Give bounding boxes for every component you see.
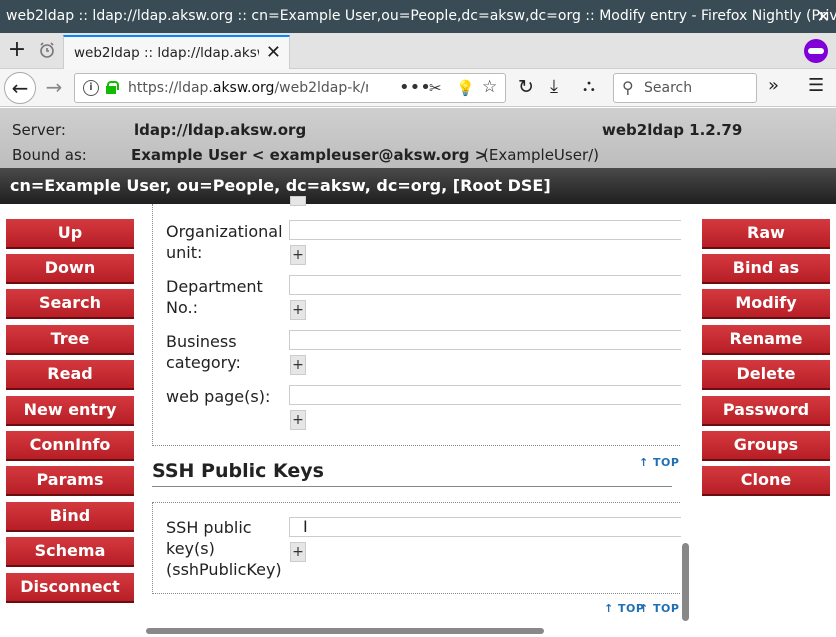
modify-button[interactable]: Modify (702, 289, 830, 317)
params-button[interactable]: Params (6, 466, 134, 494)
bind-button[interactable]: Bind (6, 502, 134, 530)
new-tab-button[interactable]: + (6, 37, 28, 63)
window-close-icon[interactable]: ✕ (817, 0, 830, 33)
bookmark-star-icon[interactable]: ☆ (482, 77, 497, 97)
ou-label: Organizational unit: (166, 221, 283, 263)
search-input[interactable] (644, 78, 749, 98)
department-label-line1: Department (166, 277, 263, 296)
tab-title: web2ldap :: ldap://ldap.aksw (74, 45, 259, 61)
up-button[interactable]: Up (6, 219, 134, 247)
ou-label-line2: unit: (166, 243, 203, 262)
ssh-key-add-button[interactable]: + (290, 542, 306, 562)
reload-icon[interactable]: ↻ (518, 76, 534, 98)
search-icon: ⚲ (622, 78, 634, 97)
business-category-input[interactable] (289, 330, 681, 350)
section-divider (152, 486, 672, 487)
server-value[interactable]: ldap://ldap.aksw.org (134, 121, 306, 139)
down-button[interactable]: Down (6, 254, 134, 282)
forward-button[interactable]: → (42, 75, 66, 99)
rename-button[interactable]: Rename (702, 325, 830, 353)
tab-web2ldap[interactable]: web2ldap :: ldap://ldap.aksw ✕ (63, 35, 290, 69)
vertical-scrollbar[interactable] (682, 543, 689, 621)
url-path: /web2ldap-k/m (274, 80, 368, 96)
clone-button[interactable]: Clone (702, 466, 830, 494)
ssh-label-line1: SSH public (166, 518, 252, 537)
business-category-label-line2: category: (166, 353, 241, 372)
raw-button[interactable]: Raw (702, 219, 830, 247)
info-icon[interactable]: i (83, 80, 99, 96)
text-cursor-icon: I (303, 517, 308, 536)
tree-button[interactable]: Tree (6, 325, 134, 353)
server-label: Server: (12, 121, 66, 139)
tab-close-icon[interactable]: ✕ (266, 42, 281, 63)
groups-button[interactable]: Groups (702, 431, 830, 459)
horizontal-scrollbar[interactable] (146, 628, 544, 634)
dn-breadcrumb[interactable]: cn=Example User, ou=People, dc=aksw, dc=… (0, 168, 836, 204)
read-button[interactable]: Read (6, 360, 134, 388)
business-category-add-button[interactable]: + (290, 355, 306, 375)
version-label[interactable]: web2ldap 1.2.79 (602, 121, 742, 139)
lock-icon[interactable] (106, 81, 119, 94)
ssh-label-line2: key(s) (166, 539, 215, 558)
web2ldap-header: Server: ldap://ldap.aksw.org web2ldap 1.… (0, 108, 836, 168)
password-button[interactable]: Password (702, 396, 830, 424)
web-page-input[interactable] (289, 385, 681, 405)
web-page-label: web page(s): (166, 387, 271, 406)
attribute-form: Organizational unit: + Department No.: + B… (152, 196, 681, 446)
url-domain: aksw.org (212, 80, 275, 96)
ou-label-line1: Organizational (166, 222, 283, 241)
ou-add-button[interactable]: + (290, 245, 306, 265)
ssh-key-label: SSH public key(s) (sshPublicKey) (166, 517, 282, 580)
library-icon[interactable]: ⛬ (583, 76, 595, 96)
business-category-label: Business category: (166, 331, 241, 373)
add-value-button[interactable] (290, 196, 306, 206)
department-add-button[interactable]: + (290, 300, 306, 320)
search-box[interactable]: ⚲ (613, 73, 757, 103)
top-link-2[interactable]: ↑ TOP (639, 602, 679, 615)
bound-as-sub: (ExampleUser/) (483, 146, 600, 164)
download-icon[interactable]: ⤓ (550, 76, 558, 97)
bound-as-label: Bound as: (12, 146, 87, 164)
schema-button[interactable]: Schema (6, 537, 134, 565)
delete-button[interactable]: Delete (702, 360, 830, 388)
lightbulb-icon[interactable]: 💡 (456, 79, 475, 97)
web-page-add-button[interactable]: + (290, 410, 306, 430)
back-arrow-icon: ← (11, 76, 29, 100)
ssh-section-title: SSH Public Keys (152, 460, 324, 482)
business-category-label-line1: Business (166, 332, 237, 351)
alarm-icon[interactable] (38, 41, 56, 59)
private-browsing-mask-icon (804, 39, 828, 63)
forward-arrow-icon: → (45, 75, 63, 99)
hamburger-menu-icon[interactable]: ☰ (808, 75, 824, 96)
navigation-toolbar: ← → i https://ldap.aksw.org/web2ldap-k/m… (0, 69, 836, 107)
search-button[interactable]: Search (6, 289, 134, 317)
window-title: web2ldap :: ldap://ldap.aksw.org :: cn=E… (6, 8, 836, 24)
department-label-line2: No.: (166, 298, 198, 317)
ou-input[interactable] (289, 220, 681, 240)
ssh-label-line3: (sshPublicKey) (166, 560, 282, 579)
conninfo-button[interactable]: ConnInfo (6, 431, 134, 459)
department-label: Department No.: (166, 276, 263, 318)
department-input[interactable] (289, 275, 681, 295)
url-prefix: https://ldap. (128, 80, 213, 96)
page-actions-icon[interactable]: ••• (399, 77, 431, 98)
new-entry-button[interactable]: New entry (6, 396, 134, 424)
tab-bar: + web2ldap :: ldap://ldap.aksw ✕ (0, 33, 836, 69)
bound-as-value[interactable]: Example User < exampleuser@aksw.org > (131, 146, 487, 164)
bind-as-button[interactable]: Bind as (702, 254, 830, 282)
url-text[interactable]: https://ldap.aksw.org/web2ldap-k/m (128, 80, 368, 96)
window-title-bar: web2ldap :: ldap://ldap.aksw.org :: cn=E… (0, 0, 836, 33)
ssh-key-input[interactable] (289, 517, 681, 537)
ssh-form: SSH public key(s) (sshPublicKey) + (152, 502, 681, 594)
top-link[interactable]: ↑ TOP (639, 456, 679, 469)
overflow-menu-icon[interactable]: » (768, 75, 779, 96)
url-bar[interactable]: i https://ldap.aksw.org/web2ldap-k/m •••… (74, 73, 506, 103)
scissors-icon[interactable]: ✂ (429, 79, 442, 97)
back-button[interactable]: ← (4, 72, 36, 104)
disconnect-button[interactable]: Disconnect (6, 573, 134, 601)
